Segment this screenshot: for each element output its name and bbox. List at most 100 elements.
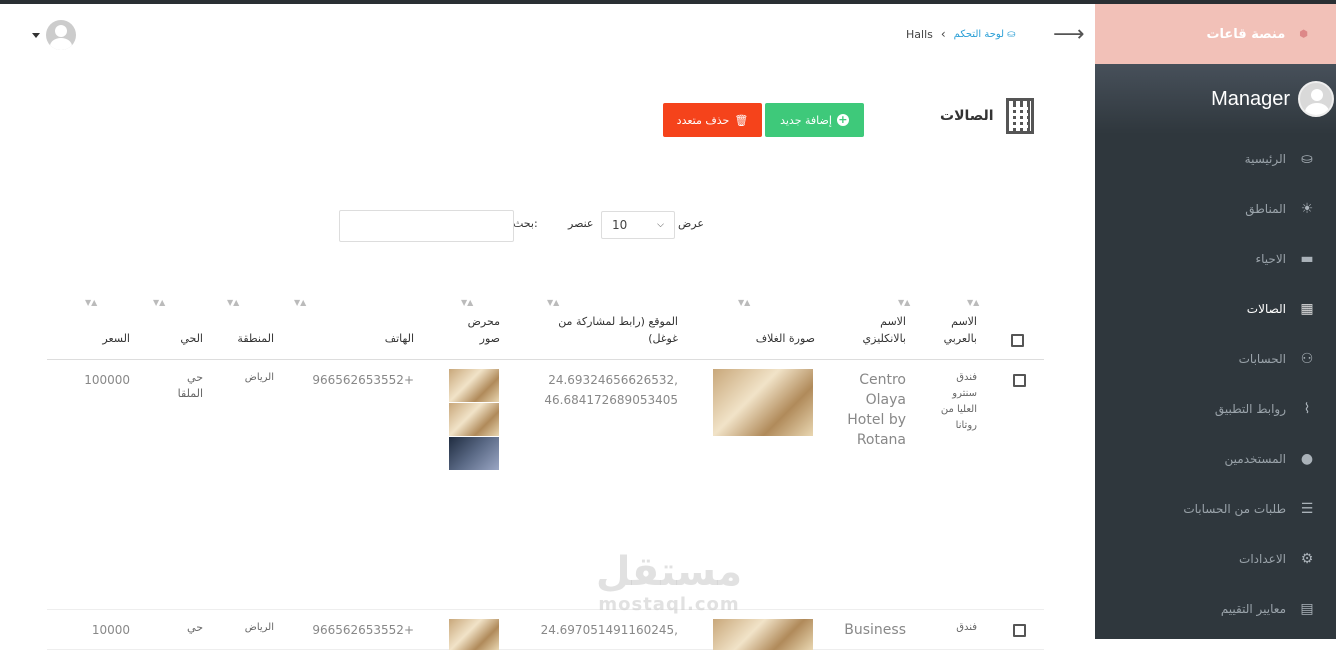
brand-name: منصة قاعات (1206, 26, 1286, 42)
user-menu[interactable] (32, 20, 76, 50)
add-new-label: إضافة جديد (780, 113, 832, 127)
back-arrow-icon[interactable]: ⟶ (1053, 22, 1085, 47)
users-icon: ⚇ (1300, 351, 1314, 367)
length-items-label: عنصر (568, 217, 594, 230)
add-new-button[interactable]: إضافة جديد + (765, 103, 864, 137)
th-label: المنطقة (237, 332, 274, 345)
th-price[interactable]: ▲▼ السعر (70, 288, 130, 360)
sidebar-menu: الرئيسية ⛀ المناطق ☀ الاحياء ▬ الصالات ▦ الح… (1095, 134, 1336, 634)
paperclip-icon: ⌇ (1303, 401, 1311, 417)
breadcrumb: Halls ‹ لوحة التحكم ⛀ (906, 27, 1015, 41)
th-label: الهاتف (384, 332, 414, 345)
bulk-delete-button[interactable]: حذف متعدد 🗑 (663, 103, 762, 137)
gear-icon: ⚙ (1300, 551, 1314, 567)
gallery-image[interactable] (449, 403, 499, 436)
table-row[interactable]: فندق Business 24.697051491160245, 966562… (47, 610, 1044, 650)
watermark: مستقل mostaql.com (588, 550, 750, 615)
cell-name-en: Business (844, 622, 906, 638)
sidebar-item-settings[interactable]: الاعدادات ⚙ (1095, 534, 1336, 584)
th-cover[interactable]: ▲▼ صورة الغلاف (705, 288, 815, 360)
th-label: الاسم بالعربي (943, 315, 977, 345)
th-phone[interactable]: ▲▼ الهاتف (294, 288, 414, 360)
halls-table: ▲▼ الاسم بالعربي ▲▼ الاسم بالانكليزي ▲▼ … (47, 288, 1044, 650)
trash-icon: 🗑 (734, 113, 749, 127)
building-icon: ▦ (1300, 301, 1314, 317)
cell-name-en: Centro Olaya Hotel by Rotana (847, 372, 906, 448)
user-name: Manager (1211, 87, 1290, 110)
sort-icon: ▲▼ (967, 298, 980, 307)
sidebar: منصة قاعات ⬢ Manager الرئيسية ⛀ المناطق ☀ … (1095, 4, 1336, 639)
user-icon: ● (1300, 451, 1314, 467)
cell-price: 100000 (84, 373, 130, 387)
th-location[interactable]: ▲▼ الموقع (رابط لمشاركة من غوغل) (538, 288, 678, 360)
search-input[interactable] (339, 210, 514, 242)
select-all-checkbox[interactable] (1011, 334, 1024, 347)
sidebar-item-home[interactable]: الرئيسية ⛀ (1095, 134, 1336, 184)
page-length-select[interactable]: 10 ⌵ (601, 211, 675, 239)
sort-icon: ▲▼ (461, 298, 474, 307)
page-title: الصالات (940, 108, 994, 124)
table-header: ▲▼ الاسم بالعربي ▲▼ الاسم بالانكليزي ▲▼ … (47, 288, 1044, 360)
bulk-delete-label: حذف متعدد (676, 113, 730, 127)
sidebar-item-label: الرئيسية (1244, 152, 1286, 166)
sidebar-item-rating-criteria[interactable]: معايير التقييم ▤ (1095, 584, 1336, 634)
cell-name-ar: فندق (956, 622, 977, 633)
sidebar-item-regions[interactable]: المناطق ☀ (1095, 184, 1336, 234)
logo-icon: ⬢ (1299, 28, 1308, 40)
sidebar-item-account-requests[interactable]: طلبات من الحسابات ☰ (1095, 484, 1336, 534)
sort-icon: ▲▼ (738, 298, 751, 307)
th-name-ar[interactable]: ▲▼ الاسم بالعربي (917, 288, 980, 360)
sidebar-item-label: الاعدادات (1239, 552, 1286, 566)
gallery-image[interactable] (449, 369, 499, 402)
brand[interactable]: منصة قاعات ⬢ (1095, 4, 1336, 64)
sidebar-item-label: روابط التطبيق (1214, 402, 1286, 416)
sidebar-item-users[interactable]: المستخدمين ● (1095, 434, 1336, 484)
cell-location[interactable]: 24.697051491160245, (528, 620, 678, 640)
row-checkbox[interactable] (1013, 374, 1026, 387)
sort-icon: ▲▼ (85, 298, 98, 307)
cell-district: حي الملقا (177, 371, 203, 400)
cell-location[interactable]: 24.69324656626532, 46.684172689053405 (528, 370, 678, 410)
cell-region: الرياض (244, 372, 274, 383)
sort-icon: ▲▼ (547, 298, 560, 307)
sidebar-item-districts[interactable]: الاحياء ▬ (1095, 234, 1336, 284)
watermark-ar: مستقل (595, 549, 743, 595)
th-gallery[interactable]: ▲▼ محرض صور (455, 288, 500, 360)
sidebar-item-app-links[interactable]: روابط التطبيق ⌇ (1095, 384, 1336, 434)
chevron-down-icon: ⌵ (657, 220, 664, 230)
caret-down-icon (32, 32, 40, 38)
cell-phone: 966562653552+ (312, 373, 414, 387)
th-label: الحي (180, 332, 203, 345)
dashboard-icon: ⛀ (1007, 28, 1016, 40)
select-all-column (1008, 288, 1028, 360)
cover-image[interactable] (713, 619, 813, 650)
table-row[interactable]: فندق سنترو العليا من روتانا Centro Olaya… (47, 360, 1044, 610)
book-icon: ▤ (1300, 601, 1314, 617)
row-checkbox[interactable] (1013, 624, 1026, 637)
breadcrumb-current: Halls (906, 27, 933, 41)
sidebar-item-accounts[interactable]: الحسابات ⚇ (1095, 334, 1336, 384)
th-label: محرض صور (467, 315, 500, 345)
cell-district: حي (187, 621, 203, 634)
th-label: السعر (102, 332, 130, 345)
cover-image[interactable] (713, 369, 813, 436)
sort-icon: ▲▼ (898, 298, 911, 307)
sidebar-item-label: طلبات من الحسابات (1183, 502, 1286, 516)
sidebar-item-label: معايير التقييم (1220, 602, 1286, 616)
gallery-image[interactable] (449, 437, 499, 470)
th-name-en[interactable]: ▲▼ الاسم بالانكليزي (836, 288, 911, 360)
th-region[interactable]: ▲▼ المنطقة (224, 288, 274, 360)
bulb-icon: ☀ (1300, 201, 1314, 217)
search-label: بحث: (513, 217, 538, 230)
gallery-image[interactable] (449, 619, 499, 650)
length-show-label: عرض (678, 217, 704, 230)
sidebar-item-halls[interactable]: الصالات ▦ (1095, 284, 1336, 334)
breadcrumb-home-label: لوحة التحكم (953, 28, 1005, 40)
th-district[interactable]: ▲▼ الحي (153, 288, 203, 360)
sidebar-user[interactable]: Manager (1095, 64, 1336, 134)
breadcrumb-home[interactable]: لوحة التحكم ⛀ (954, 29, 1016, 40)
cell-name-ar: فندق سنترو العليا من روتانا (940, 372, 977, 431)
page-header: الصالات (940, 98, 1034, 134)
cell-phone: 966562653552+ (312, 623, 414, 637)
sidebar-item-label: المستخدمين (1224, 452, 1286, 466)
